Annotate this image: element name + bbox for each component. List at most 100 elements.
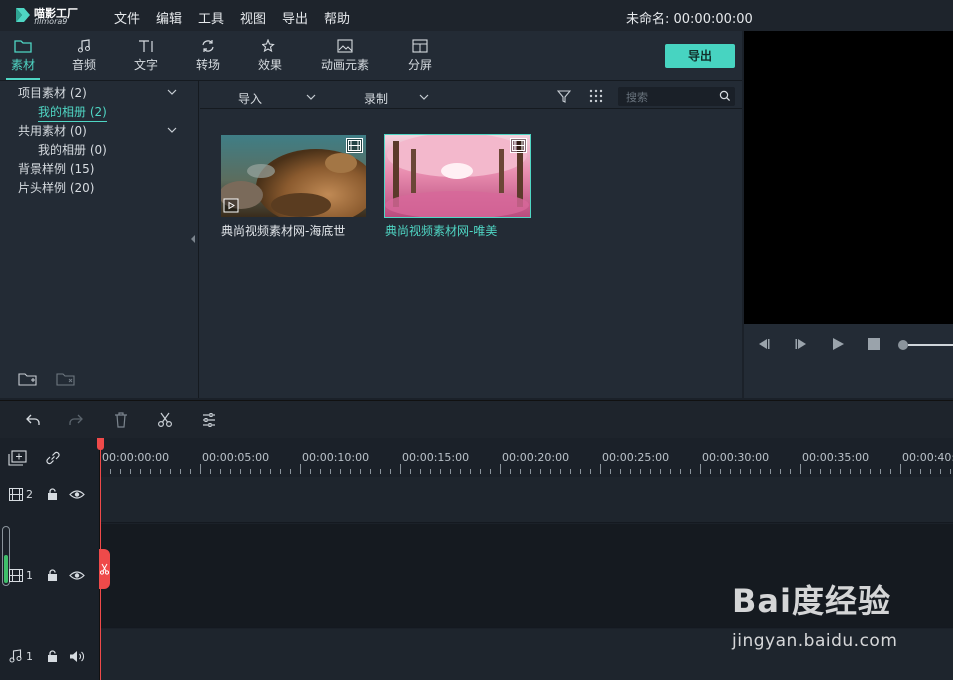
- menu-help[interactable]: 帮助: [324, 8, 350, 27]
- timeline-ruler[interactable]: 00:00:00:00 00:00:05:00 00:00:10:00 00:0…: [100, 438, 953, 476]
- cut-icon[interactable]: [157, 412, 173, 428]
- tab-transitions[interactable]: 转场: [177, 33, 239, 79]
- watermark-main: Bai度经验: [732, 582, 891, 620]
- redo-icon[interactable]: [68, 413, 84, 427]
- link-icon[interactable]: [44, 449, 62, 467]
- menu-file[interactable]: 文件: [114, 8, 140, 27]
- eye-icon[interactable]: [69, 489, 85, 500]
- lock-icon[interactable]: [47, 650, 58, 663]
- menu-export[interactable]: 导出: [282, 8, 308, 27]
- chevron-down-icon[interactable]: [167, 88, 177, 96]
- eye-icon[interactable]: [69, 570, 85, 581]
- tab-label: 转场: [195, 58, 220, 72]
- tab-label: 分屏: [407, 58, 432, 72]
- menu-edit[interactable]: 编辑: [156, 8, 182, 27]
- menu-tools[interactable]: 工具: [198, 8, 224, 27]
- thumbnail-image-underwater: [221, 135, 366, 217]
- next-frame-icon[interactable]: [793, 337, 809, 351]
- track-number: 2: [26, 488, 33, 501]
- folder-icon: [14, 40, 32, 53]
- record-dropdown[interactable]: 录制: [364, 90, 388, 107]
- track-number: 1: [26, 650, 33, 663]
- ruler-label: 00:00:30:00: [702, 451, 770, 464]
- effects-icon: [262, 39, 275, 53]
- image-icon: [337, 39, 353, 53]
- media-label-selected: 典尚视频素材网-唯美: [385, 224, 498, 238]
- chevron-down-icon[interactable]: [306, 93, 316, 101]
- app-logo: 喵影工厂 filmora9: [12, 4, 102, 28]
- tab-text[interactable]: 文字: [115, 33, 177, 79]
- chevron-down-icon[interactable]: [419, 93, 429, 101]
- export-button[interactable]: 导出: [665, 44, 735, 68]
- search-placeholder: 搜索: [626, 91, 648, 104]
- collapse-panel-icon[interactable]: [191, 235, 196, 243]
- grid-view-icon[interactable]: [589, 89, 603, 103]
- lock-icon[interactable]: [47, 488, 58, 501]
- search-input[interactable]: 搜索: [618, 87, 735, 106]
- thumbnail-image-blossom: [385, 135, 530, 217]
- watermark-sub: jingyan.baidu.com: [732, 631, 898, 651]
- tree-shared-album[interactable]: 我的相册 (0): [38, 141, 107, 158]
- delete-icon[interactable]: [114, 412, 128, 428]
- media-thumbnail-selected[interactable]: [384, 134, 531, 218]
- video-track-2-lane[interactable]: [100, 477, 953, 523]
- tree-intros[interactable]: 片头样例 (20): [18, 179, 94, 196]
- filter-icon[interactable]: [557, 89, 571, 103]
- logo-icon: [16, 8, 30, 22]
- play-preview-icon[interactable]: [223, 198, 241, 215]
- play-icon[interactable]: [831, 337, 845, 351]
- music-note-icon: [78, 39, 90, 53]
- scissors-icon: [100, 563, 109, 575]
- tab-label: 音频: [71, 58, 96, 72]
- media-tree: 项目素材 (2) 我的相册 (2) 共用素材 (0) 我的相册 (0) 背景样例…: [0, 81, 199, 398]
- playhead-marker[interactable]: [97, 438, 104, 450]
- ruler-label: 00:00:25:00: [602, 451, 670, 464]
- tab-label: 效果: [257, 58, 282, 72]
- progress-slider-handle[interactable]: [898, 340, 908, 350]
- playhead-split-handle[interactable]: [99, 549, 110, 589]
- chevron-down-icon[interactable]: [167, 126, 177, 134]
- import-dropdown[interactable]: 导入: [238, 90, 262, 107]
- split-screen-icon: [412, 39, 428, 53]
- tree-shared-media[interactable]: 共用素材 (0): [18, 122, 87, 139]
- previous-frame-icon[interactable]: [756, 337, 772, 351]
- tree-backgrounds[interactable]: 背景样例 (15): [18, 160, 94, 177]
- tree-project-album[interactable]: 我的相册 (2): [38, 103, 107, 122]
- project-title: 未命名: 00:00:00:00: [626, 12, 753, 27]
- new-folder-icon[interactable]: [18, 371, 38, 387]
- speaker-icon[interactable]: [69, 650, 85, 663]
- ruler-label: 00:00:00:00: [102, 451, 170, 464]
- undo-icon[interactable]: [25, 413, 41, 427]
- tab-split-screen[interactable]: 分屏: [389, 33, 451, 79]
- media-label: 典尚视频素材网-海底世: [221, 224, 346, 238]
- volume-level: [4, 555, 8, 583]
- video-track-icon: [9, 488, 23, 501]
- baidu-watermark: Bai度经验 jingyan.baidu.com: [728, 576, 948, 662]
- lock-icon[interactable]: [47, 569, 58, 582]
- ruler-label: 00:00:10:00: [302, 451, 370, 464]
- stop-icon[interactable]: [868, 338, 880, 350]
- tab-media[interactable]: 素材: [0, 33, 54, 79]
- ruler-label: 00:00:15:00: [402, 451, 470, 464]
- tab-effects[interactable]: 效果: [239, 33, 301, 79]
- menu-view[interactable]: 视图: [240, 8, 266, 27]
- tab-elements[interactable]: 动画元素: [314, 33, 376, 79]
- text-icon: [139, 40, 153, 52]
- preview-controls: [744, 324, 953, 398]
- preview-player: [744, 31, 953, 324]
- adjust-icon[interactable]: [201, 412, 217, 428]
- ruler-label: 00:00:05:00: [202, 451, 270, 464]
- delete-folder-icon[interactable]: [56, 371, 76, 387]
- tab-audio[interactable]: 音频: [53, 33, 115, 79]
- ruler-label: 00:00:35:00: [802, 451, 870, 464]
- tab-label: 文字: [133, 58, 158, 72]
- transition-icon: [202, 40, 214, 52]
- timeline-toolbar: [0, 400, 953, 438]
- menu-bar: [0, 0, 953, 31]
- progress-slider-track[interactable]: [908, 344, 953, 346]
- tree-project-media[interactable]: 项目素材 (2): [18, 84, 87, 101]
- logo-sub: filmora9: [34, 17, 68, 26]
- search-icon[interactable]: [719, 90, 731, 102]
- media-thumbnail[interactable]: [221, 135, 366, 217]
- add-track-icon[interactable]: [8, 450, 28, 466]
